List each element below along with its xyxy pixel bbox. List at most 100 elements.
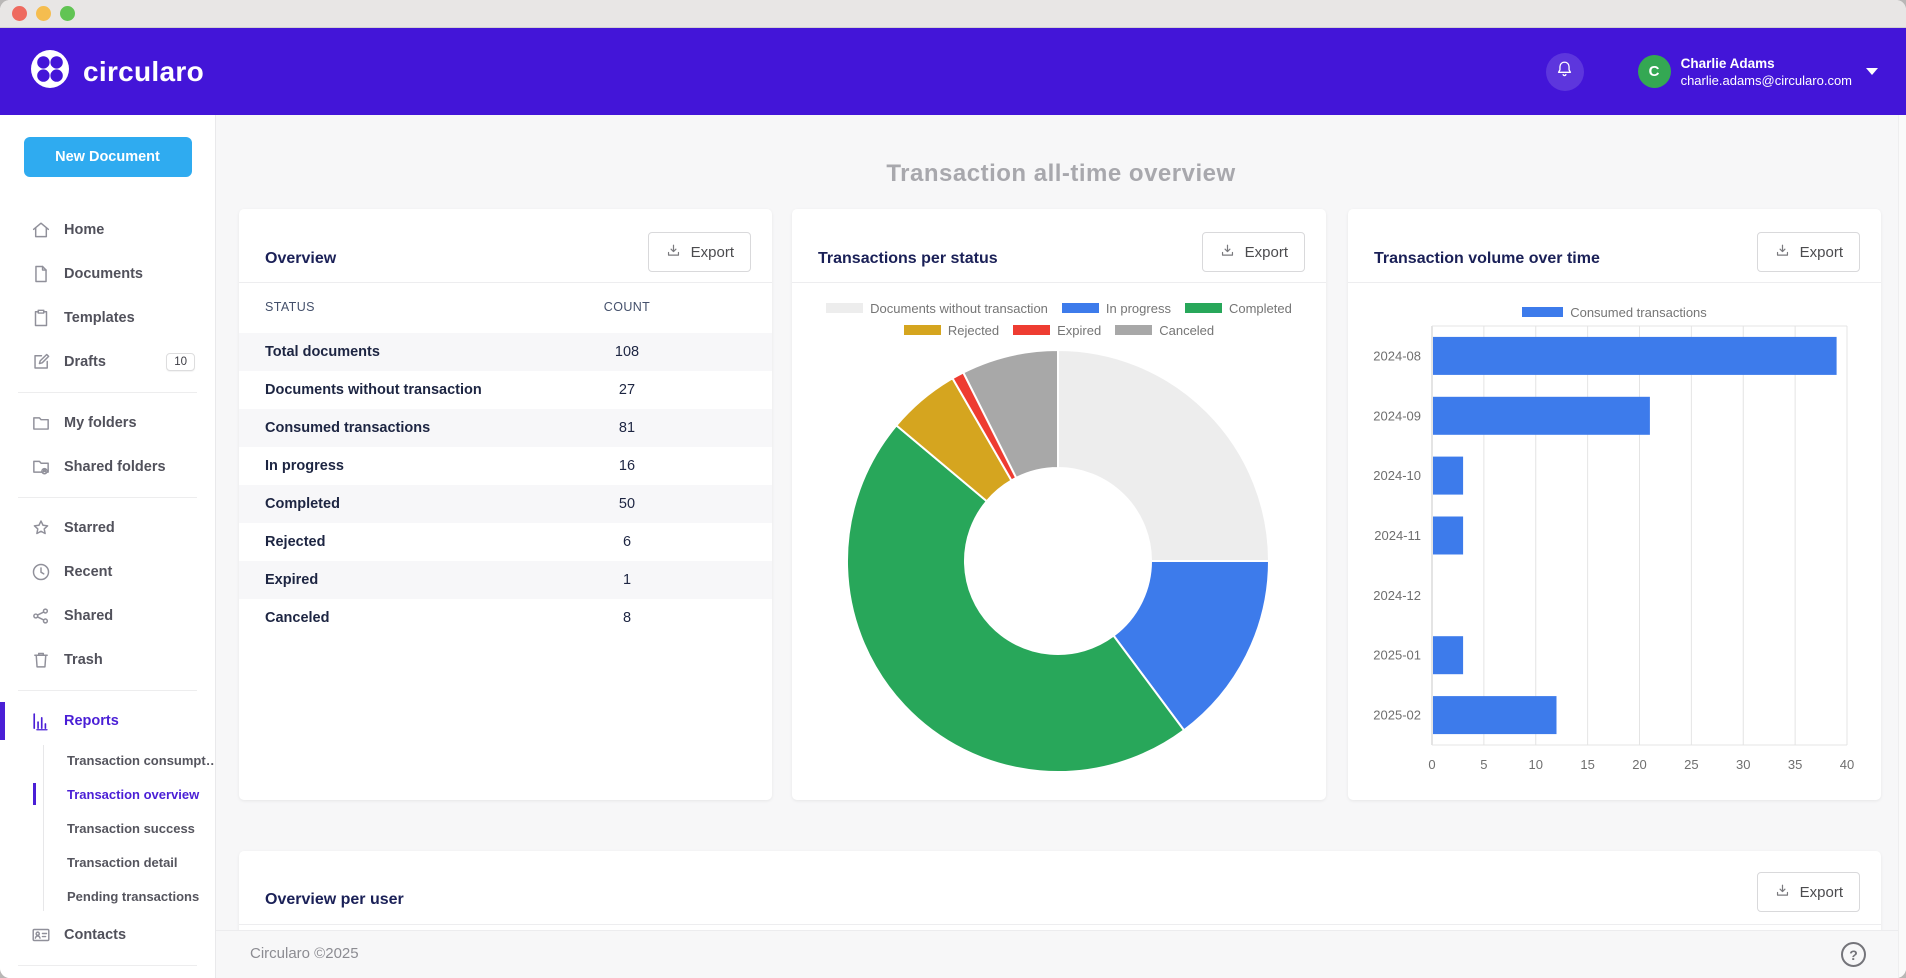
x-axis-label: 25 — [1684, 757, 1698, 772]
x-axis-label: 40 — [1840, 757, 1854, 772]
table-row: Documents without transaction 27 — [239, 371, 772, 409]
column-header-count: COUNT — [577, 300, 677, 314]
sidebar-divider — [18, 965, 197, 966]
footer: Circularo ©2025 ? — [216, 930, 1906, 978]
row-label: Documents without transaction — [265, 382, 482, 398]
maximize-window-button[interactable] — [60, 6, 75, 21]
legend-item-5: Canceled — [1115, 323, 1214, 338]
user-menu[interactable]: Charlie Adams charlie.adams@circularo.co… — [1681, 55, 1852, 89]
legend-item-4: Expired — [1013, 323, 1101, 338]
table-header: STATUS COUNT — [239, 283, 772, 333]
vertical-scrollbar[interactable] — [1898, 115, 1906, 978]
export-button-per-status[interactable]: Export — [1202, 232, 1305, 272]
status-legend: Documents without transaction In progress… — [792, 297, 1326, 341]
star-icon — [30, 517, 52, 539]
y-axis-label: 2024-11 — [1374, 528, 1421, 543]
sidebar-item-contacts[interactable]: Contacts — [0, 913, 215, 957]
download-icon — [1774, 882, 1791, 903]
circularo-logo — [30, 49, 70, 94]
share-icon — [30, 605, 52, 627]
row-label: Canceled — [265, 610, 329, 626]
table-row: Completed50 — [239, 485, 772, 523]
column-header-status: STATUS — [265, 300, 315, 314]
bar-2024-10 — [1433, 457, 1463, 495]
sidebar: New Document HomeDocumentsTemplatesDraft… — [0, 115, 216, 978]
export-button-per-user[interactable]: Export — [1757, 872, 1860, 912]
brand[interactable]: circularo — [30, 49, 204, 94]
sidebar-divider — [18, 392, 197, 393]
sidebar-subitem-transaction-consumption[interactable]: Transaction consumpt… — [0, 743, 215, 777]
sidebar-item-drafts[interactable]: Drafts10 — [0, 340, 215, 384]
x-axis-label: 5 — [1480, 757, 1487, 772]
sidebar-subitem-transaction-detail[interactable]: Transaction detail — [0, 845, 215, 879]
minimize-window-button[interactable] — [36, 6, 51, 21]
new-document-button[interactable]: New Document — [24, 137, 192, 177]
legend-item-0: Documents without transaction — [826, 301, 1048, 316]
y-axis-label: 2024-10 — [1373, 468, 1421, 483]
sidebar-item-shared[interactable]: Shared — [0, 594, 215, 638]
legend-label: Rejected — [948, 323, 999, 338]
caret-down-icon[interactable] — [1866, 68, 1878, 75]
table-row: In progress16 — [239, 447, 772, 485]
table-body: Total documents108Documents without tran… — [239, 333, 772, 637]
edit-icon — [30, 351, 52, 373]
avatar[interactable]: C — [1638, 55, 1671, 88]
legend-item-3: Rejected — [904, 323, 999, 338]
legend-item-2: Completed — [1185, 301, 1292, 316]
sidebar-subitem-pending-transactions[interactable]: Pending transactions — [0, 879, 215, 913]
sidebar-item-home[interactable]: Home — [0, 208, 215, 252]
table-row: Total documents108 — [239, 333, 772, 371]
sidebar-subitem-transaction-overview[interactable]: Transaction overview — [0, 777, 215, 811]
sidebar-item-my-folders[interactable]: My folders — [0, 401, 215, 445]
legend-swatch — [826, 303, 863, 313]
bar-2025-02 — [1433, 696, 1557, 734]
document-icon — [30, 263, 52, 285]
sidebar-subitems: Transaction consumpt…Transaction overvie… — [0, 743, 215, 913]
sidebar-subitem-transaction-success[interactable]: Transaction success — [0, 811, 215, 845]
sidebar-item-trash[interactable]: Trash — [0, 638, 215, 682]
question-icon: ? — [1849, 947, 1858, 963]
bar-2024-09 — [1433, 397, 1650, 435]
donut-slice-0 — [1058, 350, 1269, 561]
legend-label: Completed — [1229, 301, 1292, 316]
row-label: Total documents — [265, 344, 380, 360]
export-button-overview[interactable]: Export — [648, 232, 751, 272]
bar-chart-icon — [30, 710, 52, 732]
row-label: Consumed transactions — [265, 420, 430, 436]
transactions-per-status-card: Transactions per status Export Documents… — [792, 209, 1326, 800]
y-axis-label: 2025-01 — [1373, 648, 1421, 663]
x-axis-label: 30 — [1736, 757, 1750, 772]
sidebar-item-starred[interactable]: Starred — [0, 506, 215, 550]
sidebar-item-shared-folders[interactable]: Shared folders — [0, 445, 215, 489]
legend-label: In progress — [1106, 301, 1171, 316]
bell-icon — [1554, 59, 1575, 85]
legend-swatch — [1062, 303, 1099, 313]
sidebar-item-templates[interactable]: Templates — [0, 296, 215, 340]
bar-2024-08 — [1433, 337, 1837, 375]
transaction-volume-card: Transaction volume over time Export Cons… — [1348, 209, 1881, 800]
close-window-button[interactable] — [12, 6, 27, 21]
legend-item-1: In progress — [1062, 301, 1171, 316]
copyright-text: Circularo ©2025 — [250, 945, 359, 962]
app-window: circularo C Charlie Adams charlie.adams@… — [0, 0, 1906, 978]
brand-name: circularo — [83, 56, 204, 88]
help-button[interactable]: ? — [1841, 942, 1866, 967]
volume-bar-chart: 2024-082024-092024-102024-112024-122025-… — [1348, 299, 1881, 799]
row-count: 27 — [577, 382, 677, 398]
export-button-volume[interactable]: Export — [1757, 232, 1860, 272]
sidebar-item-recent[interactable]: Recent — [0, 550, 215, 594]
legend-label: Expired — [1057, 323, 1101, 338]
status-donut-chart — [838, 341, 1278, 781]
row-count: 6 — [577, 534, 677, 550]
notifications-button[interactable] — [1546, 53, 1584, 91]
contact-card-icon — [30, 924, 52, 946]
row-label: Rejected — [265, 534, 325, 550]
row-label: In progress — [265, 458, 344, 474]
table-row: Consumed transactions81 — [239, 409, 772, 447]
sidebar-item-documents[interactable]: Documents — [0, 252, 215, 296]
download-icon — [1219, 242, 1236, 263]
legend-label: Documents without transaction — [870, 301, 1048, 316]
sidebar-item-reports[interactable]: Reports — [0, 699, 215, 743]
legend-swatch — [1013, 325, 1050, 335]
row-count: 50 — [577, 496, 677, 512]
